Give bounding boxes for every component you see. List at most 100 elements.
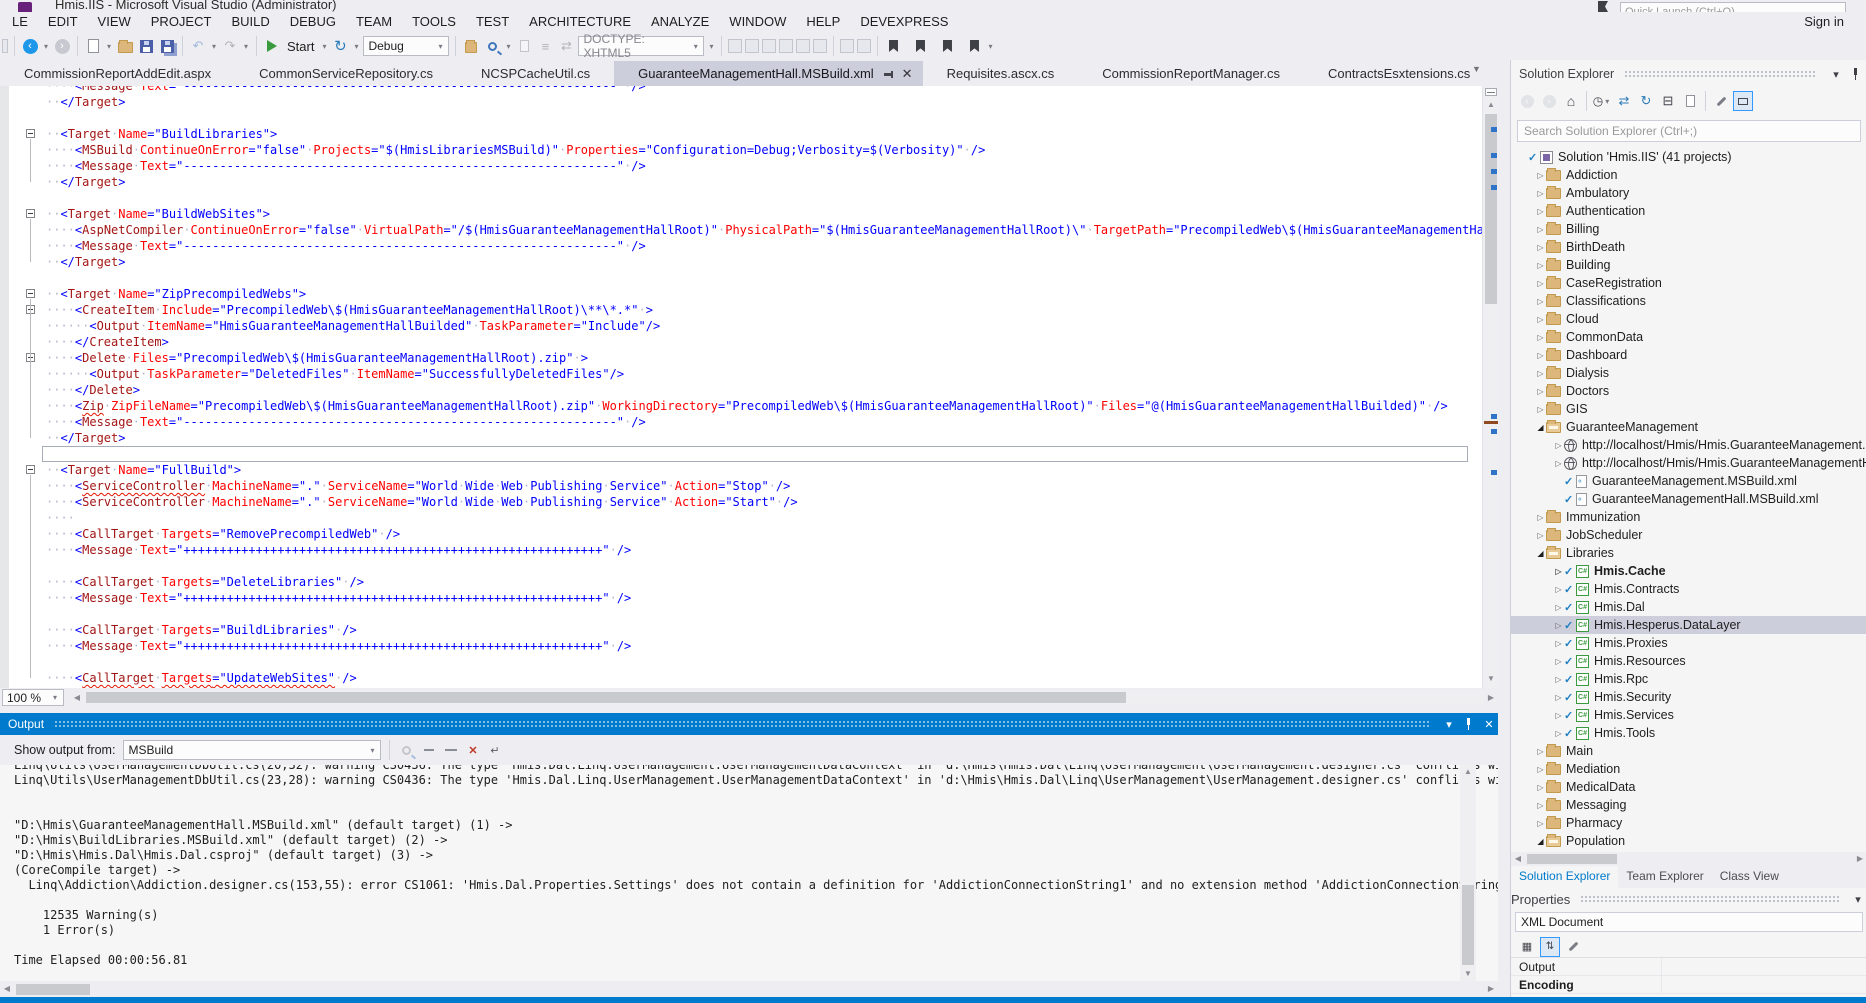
tree-item-medicaldata[interactable]: ▷MedicalData bbox=[1511, 778, 1866, 796]
menu-item-le[interactable]: LE bbox=[2, 12, 38, 31]
property-row-encoding[interactable]: Encoding bbox=[1511, 976, 1866, 994]
tree-item-hmis-contracts[interactable]: ▷✓C#Hmis.Contracts bbox=[1511, 580, 1866, 598]
format-button-3[interactable] bbox=[762, 39, 776, 53]
back-icon[interactable]: ‹ bbox=[1517, 91, 1537, 111]
save-all-button[interactable] bbox=[158, 37, 176, 55]
menu-item-build[interactable]: BUILD bbox=[221, 12, 279, 31]
pin-icon[interactable] bbox=[1851, 68, 1861, 80]
tree-item-guaranteemanagement[interactable]: ◢GuaranteeManagement bbox=[1511, 418, 1866, 436]
document-tab[interactable]: CommissionReportManager.cs bbox=[1078, 61, 1304, 86]
properties-object-combo[interactable]: XML Document bbox=[1515, 912, 1863, 932]
find-message-icon[interactable] bbox=[398, 742, 415, 759]
properties-header[interactable]: Properties ▾ bbox=[1511, 888, 1866, 910]
solution-explorer-search-input[interactable]: Search Solution Explorer (Ctrl+;) bbox=[1517, 120, 1861, 142]
chevron-collapsed-icon[interactable]: ▷ bbox=[1553, 459, 1564, 468]
menu-item-window[interactable]: WINDOW bbox=[719, 12, 796, 31]
tab-close-icon[interactable]: ✕ bbox=[902, 67, 913, 80]
menu-item-team[interactable]: TEAM bbox=[346, 12, 402, 31]
tree-item-classifications[interactable]: ▷Classifications bbox=[1511, 292, 1866, 310]
tree-item-guaranteemanagementhall-msbuild-xml[interactable]: ✓GuaranteeManagementHall.MSBuild.xml bbox=[1511, 490, 1866, 508]
tree-item-billing[interactable]: ▷Billing bbox=[1511, 220, 1866, 238]
output-console[interactable]: Linq\Utils\UserManagementDbUtil.cs(20,32… bbox=[0, 765, 1498, 981]
output-scroll-down-icon[interactable]: ▼ bbox=[1460, 967, 1476, 981]
new-file-dropdown-icon[interactable]: ▾ bbox=[105, 42, 113, 51]
doctype-overflow-icon[interactable]: ▾ bbox=[707, 42, 715, 51]
chevron-collapsed-icon[interactable]: ▷ bbox=[1535, 207, 1546, 216]
scroll-up-icon[interactable]: ▲ bbox=[1483, 98, 1499, 112]
editor-vertical-scrollbar[interactable]: ▲ ▼ bbox=[1482, 86, 1498, 688]
tree-item-hmis-services[interactable]: ▷✓C#Hmis.Services bbox=[1511, 706, 1866, 724]
chevron-collapsed-icon[interactable]: ▷ bbox=[1553, 441, 1564, 450]
previous-message-icon[interactable] bbox=[420, 742, 437, 759]
scroll-down-icon[interactable]: ▼ bbox=[1483, 672, 1499, 686]
menu-item-edit[interactable]: EDIT bbox=[38, 12, 88, 31]
chevron-collapsed-icon[interactable]: ▷ bbox=[1535, 261, 1546, 270]
tree-item-messaging[interactable]: ▷Messaging bbox=[1511, 796, 1866, 814]
tree-item-http-localhost-hmis-hmis-guaranteemanage[interactable]: ▷http://localhost/Hmis/Hmis.GuaranteeMan… bbox=[1511, 454, 1866, 472]
next-bookmark-button[interactable] bbox=[938, 37, 956, 55]
properties-icon[interactable] bbox=[1711, 91, 1731, 111]
tree-item-hmis-dal[interactable]: ▷✓C#Hmis.Dal bbox=[1511, 598, 1866, 616]
format-button-1[interactable] bbox=[728, 39, 742, 53]
tree-item-building[interactable]: ▷Building bbox=[1511, 256, 1866, 274]
document-tab[interactable]: NCSPCacheUtil.cs bbox=[457, 61, 614, 86]
next-message-icon[interactable] bbox=[442, 742, 459, 759]
menu-item-devexpress[interactable]: DEVEXPRESS bbox=[850, 12, 958, 31]
output-horizontal-scrollbar[interactable]: ◀ ▶ bbox=[0, 981, 1498, 997]
tool-tab-team-explorer[interactable]: Team Explorer bbox=[1618, 866, 1711, 888]
start-debug-button[interactable] bbox=[263, 37, 281, 55]
save-button[interactable] bbox=[137, 37, 155, 55]
chevron-expanded-icon[interactable]: ◢ bbox=[1535, 549, 1546, 558]
properties-menu-icon[interactable]: ▾ bbox=[1849, 893, 1866, 906]
chevron-collapsed-icon[interactable]: ▷ bbox=[1535, 405, 1546, 414]
menu-item-help[interactable]: HELP bbox=[796, 12, 850, 31]
tree-item-hmis-security[interactable]: ▷✓C#Hmis.Security bbox=[1511, 688, 1866, 706]
editor-zoom-combo[interactable]: 100 %▾ bbox=[2, 689, 64, 706]
document-tab[interactable]: ContractsEsxtensions.cs bbox=[1304, 61, 1494, 86]
chevron-collapsed-icon[interactable]: ▷ bbox=[1535, 801, 1546, 810]
open-file-button[interactable] bbox=[116, 37, 134, 55]
chevron-collapsed-icon[interactable]: ▷ bbox=[1553, 729, 1564, 738]
chevron-collapsed-icon[interactable]: ▷ bbox=[1535, 189, 1546, 198]
collapse-all-icon[interactable]: ⊟ bbox=[1658, 91, 1678, 111]
chevron-collapsed-icon[interactable]: ▷ bbox=[1553, 621, 1564, 630]
tree-item-dialysis[interactable]: ▷Dialysis bbox=[1511, 364, 1866, 382]
output-source-combo[interactable]: MSBuild▾ bbox=[123, 740, 381, 760]
format-button-2[interactable] bbox=[745, 39, 759, 53]
lines-button[interactable]: ≡ bbox=[536, 37, 554, 55]
editor-scrollbar-thumb[interactable] bbox=[1485, 114, 1497, 304]
menu-item-view[interactable]: VIEW bbox=[88, 12, 141, 31]
output-vertical-scrollbar[interactable]: ▲ ▼ bbox=[1460, 765, 1476, 981]
menu-item-tools[interactable]: TOOLS bbox=[402, 12, 466, 31]
tree-item-population[interactable]: ◢Population bbox=[1511, 832, 1866, 850]
tree-item-libraries[interactable]: ◢Libraries bbox=[1511, 544, 1866, 562]
tree-item-caseregistration[interactable]: ▷CaseRegistration bbox=[1511, 274, 1866, 292]
window-position-icon[interactable]: ▾ bbox=[1827, 68, 1845, 81]
tree-item-hmis-proxies[interactable]: ▷✓C#Hmis.Proxies bbox=[1511, 634, 1866, 652]
navigate-forward-button[interactable]: › bbox=[53, 37, 71, 55]
menu-item-test[interactable]: TEST bbox=[466, 12, 519, 31]
tab-overflow-icon[interactable]: ▼ bbox=[1472, 64, 1481, 74]
undo-button[interactable]: ↶ bbox=[189, 37, 207, 55]
chevron-collapsed-icon[interactable]: ▷ bbox=[1535, 387, 1546, 396]
show-all-files-icon[interactable] bbox=[1680, 91, 1700, 111]
quick-launch-input[interactable]: Quick Launch (Ctrl+Q) bbox=[1620, 2, 1846, 12]
solution-explorer-header[interactable]: Solution Explorer ▾ bbox=[1511, 62, 1866, 86]
chevron-collapsed-icon[interactable]: ▷ bbox=[1553, 657, 1564, 666]
document-out-button[interactable] bbox=[515, 37, 533, 55]
start-button-label[interactable]: Start bbox=[287, 39, 314, 54]
chevron-collapsed-icon[interactable]: ▷ bbox=[1535, 531, 1546, 540]
chevron-collapsed-icon[interactable]: ▷ bbox=[1535, 513, 1546, 522]
tree-item-dashboard[interactable]: ▷Dashboard bbox=[1511, 346, 1866, 364]
chevron-collapsed-icon[interactable]: ▷ bbox=[1535, 243, 1546, 252]
split-window-handle[interactable] bbox=[1485, 88, 1497, 96]
chevron-collapsed-icon[interactable]: ▷ bbox=[1535, 171, 1546, 180]
tree-item-cloud[interactable]: ▷Cloud bbox=[1511, 310, 1866, 328]
chevron-collapsed-icon[interactable]: ▷ bbox=[1535, 765, 1546, 774]
tree-item-http-localhost-hmis-hmis-guaranteemanage[interactable]: ▷http://localhost/Hmis/Hmis.GuaranteeMan… bbox=[1511, 436, 1866, 454]
chevron-expanded-icon[interactable]: ◢ bbox=[1535, 837, 1546, 846]
uncomment-button[interactable] bbox=[857, 39, 871, 53]
navigate-back-dropdown-icon[interactable]: ▾ bbox=[42, 42, 50, 51]
clear-all-icon[interactable]: ✕ bbox=[464, 742, 481, 759]
chevron-collapsed-icon[interactable]: ▷ bbox=[1535, 315, 1546, 324]
